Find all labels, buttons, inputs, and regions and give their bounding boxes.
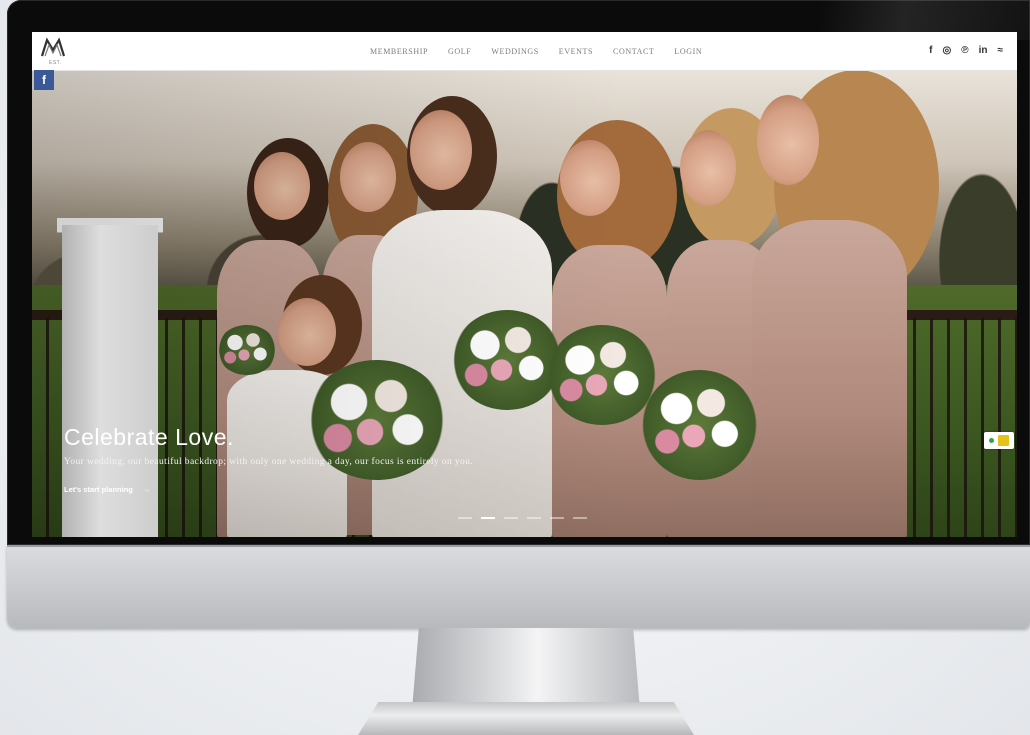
slide-dot[interactable] [527, 517, 541, 519]
start-planning-link[interactable]: Let's start planning → [64, 485, 473, 494]
slide-dot[interactable] [550, 517, 564, 519]
main-menu: MEMBERSHIP GOLF WEDDINGS EVENTS CONTACT … [370, 32, 702, 70]
slide-dot[interactable] [458, 517, 472, 519]
slider-pagination [458, 517, 587, 519]
logo-subtext: EST. [49, 60, 62, 66]
hero-subtitle: Your wedding, our beautiful backdrop; wi… [64, 457, 474, 467]
slide-dot[interactable] [573, 517, 587, 519]
monitor-stand-neck [412, 628, 640, 710]
hero-caption: Celebrate Love. Your wedding, our beauti… [64, 424, 473, 494]
arrow-right-icon: → [142, 485, 151, 494]
facebook-side-button[interactable]: f [34, 70, 54, 90]
nav-login[interactable]: LOGIN [674, 47, 702, 56]
nav-events[interactable]: EVENTS [559, 47, 593, 56]
online-status-icon [989, 438, 994, 443]
top-navbar: EST. MEMBERSHIP GOLF WEDDINGS EVENTS CON… [32, 32, 1017, 71]
social-links: f ◎ ℗ in ≈ [929, 32, 1003, 70]
monitor-chin-edge [7, 545, 1030, 547]
facebook-icon[interactable]: f [929, 46, 932, 56]
rss-icon[interactable]: ≈ [998, 46, 1004, 56]
hero-title: Celebrate Love. [64, 424, 234, 450]
linkedin-icon[interactable]: in [979, 46, 988, 56]
logo-mark-icon [40, 37, 66, 57]
monitor-stand-base [358, 702, 694, 735]
site-logo[interactable]: EST. [40, 36, 66, 66]
instagram-icon[interactable]: ◎ [943, 46, 952, 56]
pinterest-icon[interactable]: ℗ [961, 46, 968, 56]
chat-icon [998, 435, 1009, 446]
nav-contact[interactable]: CONTACT [613, 47, 654, 56]
slide-dot-active[interactable] [481, 517, 495, 519]
nav-golf[interactable]: GOLF [448, 47, 471, 56]
cta-label: Let's start planning [64, 485, 133, 494]
chat-widget[interactable] [984, 432, 1014, 449]
slide-dot[interactable] [504, 517, 518, 519]
website-screen: EST. MEMBERSHIP GOLF WEDDINGS EVENTS CON… [32, 32, 1017, 537]
nav-membership[interactable]: MEMBERSHIP [370, 47, 428, 56]
monitor-chin [7, 545, 1030, 628]
nav-weddings[interactable]: WEDDINGS [491, 47, 538, 56]
